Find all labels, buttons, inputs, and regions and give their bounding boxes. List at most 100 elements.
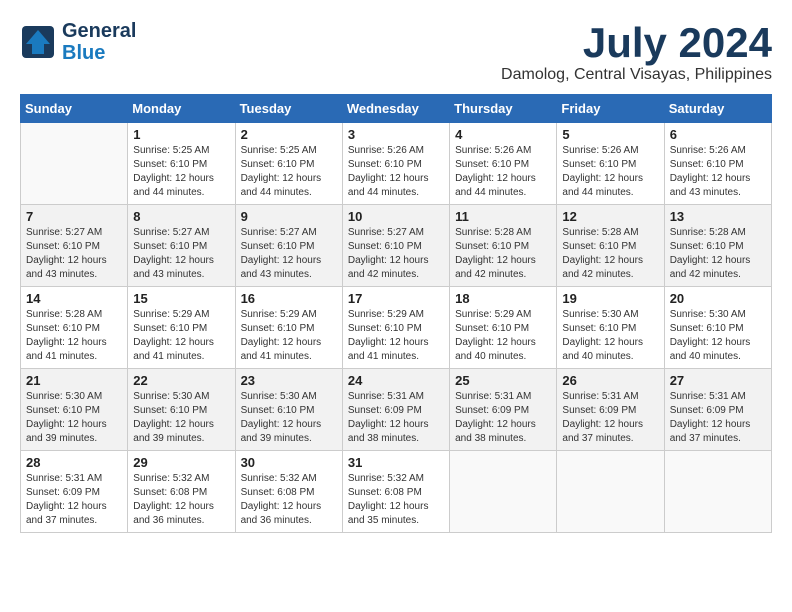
day-info: Sunrise: 5:29 AM Sunset: 6:10 PM Dayligh… <box>348 308 444 364</box>
column-header-sunday: Sunday <box>21 95 128 123</box>
day-info: Sunrise: 5:30 AM Sunset: 6:10 PM Dayligh… <box>133 390 229 446</box>
day-number: 29 <box>133 455 229 470</box>
calendar-cell: 24Sunrise: 5:31 AM Sunset: 6:09 PM Dayli… <box>342 369 449 451</box>
day-number: 28 <box>26 455 122 470</box>
location-title: Damolog, Central Visayas, Philippines <box>501 66 772 84</box>
day-info: Sunrise: 5:26 AM Sunset: 6:10 PM Dayligh… <box>562 144 658 200</box>
day-info: Sunrise: 5:28 AM Sunset: 6:10 PM Dayligh… <box>455 226 551 282</box>
calendar-cell: 21Sunrise: 5:30 AM Sunset: 6:10 PM Dayli… <box>21 369 128 451</box>
day-number: 8 <box>133 209 229 224</box>
calendar-cell: 16Sunrise: 5:29 AM Sunset: 6:10 PM Dayli… <box>235 287 342 369</box>
calendar-week-row: 7 Sunrise: 5:27 AM Sunset: 6:10 PM Daylig… <box>21 205 772 287</box>
day-info: Sunrise: 5:25 AM Sunset: 6:10 PM Dayligh… <box>133 144 229 200</box>
calendar-week-row: 1 Sunrise: 5:25 AM Sunset: 6:10 PM Daylig… <box>21 123 772 205</box>
calendar-cell: 8Sunrise: 5:27 AM Sunset: 6:10 PM Daylig… <box>128 205 235 287</box>
month-title: July 2024 <box>501 20 772 66</box>
day-number: 9 <box>241 209 337 224</box>
column-header-monday: Monday <box>128 95 235 123</box>
day-number: 14 <box>26 291 122 306</box>
column-header-friday: Friday <box>557 95 664 123</box>
day-number: 22 <box>133 373 229 388</box>
calendar-week-row: 28 Sunrise: 5:31 AM Sunset: 6:09 PM Dayli… <box>21 451 772 533</box>
day-number: 30 <box>241 455 337 470</box>
day-info: Sunrise: 5:32 AM Sunset: 6:08 PM Dayligh… <box>241 472 337 528</box>
day-number: 1 <box>133 127 229 142</box>
day-info: Sunrise: 5:31 AM Sunset: 6:09 PM Dayligh… <box>26 472 122 528</box>
calendar-cell: 4Sunrise: 5:26 AM Sunset: 6:10 PM Daylig… <box>450 123 557 205</box>
logo-blue: Blue <box>62 42 105 64</box>
calendar-cell: 29 Sunrise: 5:32 AM Sunset: 6:08 PM Dayli… <box>128 451 235 533</box>
calendar-cell: 7 Sunrise: 5:27 AM Sunset: 6:10 PM Daylig… <box>21 205 128 287</box>
title-section: July 2024 Damolog, Central Visayas, Phil… <box>501 20 772 84</box>
page-header: General Blue July 2024 Damolog, Central … <box>20 20 772 84</box>
day-info: Sunrise: 5:28 AM Sunset: 6:10 PM Dayligh… <box>562 226 658 282</box>
logo-general: General <box>62 20 136 42</box>
day-number: 11 <box>455 209 551 224</box>
calendar-cell: 15 Sunrise: 5:29 AM Sunset: 6:10 PM Dayli… <box>128 287 235 369</box>
calendar-cell: 14 Sunrise: 5:28 AM Sunset: 6:10 PM Dayli… <box>21 287 128 369</box>
day-number: 25 <box>455 373 551 388</box>
calendar-cell: 30 Sunrise: 5:32 AM Sunset: 6:08 PM Dayli… <box>235 451 342 533</box>
day-info: Sunrise: 5:30 AM Sunset: 6:10 PM Dayligh… <box>670 308 766 364</box>
calendar-cell: 27 Sunrise: 5:31 AM Sunset: 6:09 PM Dayli… <box>664 369 771 451</box>
calendar-cell: 19 Sunrise: 5:30 AM Sunset: 6:10 PM Dayli… <box>557 287 664 369</box>
calendar-cell <box>450 451 557 533</box>
day-number: 7 <box>26 209 122 224</box>
calendar-cell: 17 Sunrise: 5:29 AM Sunset: 6:10 PM Dayli… <box>342 287 449 369</box>
day-number: 19 <box>562 291 658 306</box>
day-info: Sunrise: 5:32 AM Sunset: 6:08 PM Dayligh… <box>133 472 229 528</box>
calendar-cell: 18Sunrise: 5:29 AM Sunset: 6:10 PM Dayli… <box>450 287 557 369</box>
column-header-wednesday: Wednesday <box>342 95 449 123</box>
day-info: Sunrise: 5:31 AM Sunset: 6:09 PM Dayligh… <box>670 390 766 446</box>
day-number: 10 <box>348 209 444 224</box>
day-info: Sunrise: 5:27 AM Sunset: 6:10 PM Dayligh… <box>26 226 122 282</box>
calendar-cell: 22 Sunrise: 5:30 AM Sunset: 6:10 PM Dayli… <box>128 369 235 451</box>
day-info: Sunrise: 5:27 AM Sunset: 6:10 PM Dayligh… <box>348 226 444 282</box>
day-number: 18 <box>455 291 551 306</box>
day-info: Sunrise: 5:26 AM Sunset: 6:10 PM Dayligh… <box>455 144 551 200</box>
day-number: 31 <box>348 455 444 470</box>
day-number: 5 <box>562 127 658 142</box>
calendar-table: SundayMondayTuesdayWednesdayThursdayFrid… <box>20 94 772 533</box>
calendar-cell: 3 Sunrise: 5:26 AM Sunset: 6:10 PM Daylig… <box>342 123 449 205</box>
day-info: Sunrise: 5:30 AM Sunset: 6:10 PM Dayligh… <box>562 308 658 364</box>
calendar-cell: 2Sunrise: 5:25 AM Sunset: 6:10 PM Daylig… <box>235 123 342 205</box>
calendar-week-row: 21 Sunrise: 5:30 AM Sunset: 6:10 PM Dayli… <box>21 369 772 451</box>
calendar-cell: 31 Sunrise: 5:32 AM Sunset: 6:08 PM Dayli… <box>342 451 449 533</box>
day-number: 3 <box>348 127 444 142</box>
calendar-cell: 9Sunrise: 5:27 AM Sunset: 6:10 PM Daylig… <box>235 205 342 287</box>
calendar-week-row: 14 Sunrise: 5:28 AM Sunset: 6:10 PM Dayli… <box>21 287 772 369</box>
calendar-cell: 1 Sunrise: 5:25 AM Sunset: 6:10 PM Daylig… <box>128 123 235 205</box>
day-info: Sunrise: 5:25 AM Sunset: 6:10 PM Dayligh… <box>241 144 337 200</box>
day-info: Sunrise: 5:31 AM Sunset: 6:09 PM Dayligh… <box>348 390 444 446</box>
calendar-cell: 20Sunrise: 5:30 AM Sunset: 6:10 PM Dayli… <box>664 287 771 369</box>
calendar-cell <box>557 451 664 533</box>
column-header-tuesday: Tuesday <box>235 95 342 123</box>
day-number: 12 <box>562 209 658 224</box>
calendar-cell <box>664 451 771 533</box>
calendar-cell: 11 Sunrise: 5:28 AM Sunset: 6:10 PM Dayli… <box>450 205 557 287</box>
day-info: Sunrise: 5:28 AM Sunset: 6:10 PM Dayligh… <box>26 308 122 364</box>
calendar-cell: 5 Sunrise: 5:26 AM Sunset: 6:10 PM Daylig… <box>557 123 664 205</box>
day-number: 17 <box>348 291 444 306</box>
day-info: Sunrise: 5:28 AM Sunset: 6:10 PM Dayligh… <box>670 226 766 282</box>
calendar-cell <box>21 123 128 205</box>
day-number: 23 <box>241 373 337 388</box>
calendar-header-row: SundayMondayTuesdayWednesdayThursdayFrid… <box>21 95 772 123</box>
day-info: Sunrise: 5:31 AM Sunset: 6:09 PM Dayligh… <box>455 390 551 446</box>
logo: General Blue <box>20 20 136 64</box>
column-header-thursday: Thursday <box>450 95 557 123</box>
day-number: 26 <box>562 373 658 388</box>
day-number: 16 <box>241 291 337 306</box>
day-info: Sunrise: 5:32 AM Sunset: 6:08 PM Dayligh… <box>348 472 444 528</box>
calendar-cell: 23Sunrise: 5:30 AM Sunset: 6:10 PM Dayli… <box>235 369 342 451</box>
day-number: 27 <box>670 373 766 388</box>
calendar-cell: 12 Sunrise: 5:28 AM Sunset: 6:10 PM Dayli… <box>557 205 664 287</box>
day-info: Sunrise: 5:26 AM Sunset: 6:10 PM Dayligh… <box>348 144 444 200</box>
day-info: Sunrise: 5:29 AM Sunset: 6:10 PM Dayligh… <box>133 308 229 364</box>
day-number: 21 <box>26 373 122 388</box>
calendar-cell: 6Sunrise: 5:26 AM Sunset: 6:10 PM Daylig… <box>664 123 771 205</box>
day-number: 15 <box>133 291 229 306</box>
column-header-saturday: Saturday <box>664 95 771 123</box>
day-info: Sunrise: 5:31 AM Sunset: 6:09 PM Dayligh… <box>562 390 658 446</box>
